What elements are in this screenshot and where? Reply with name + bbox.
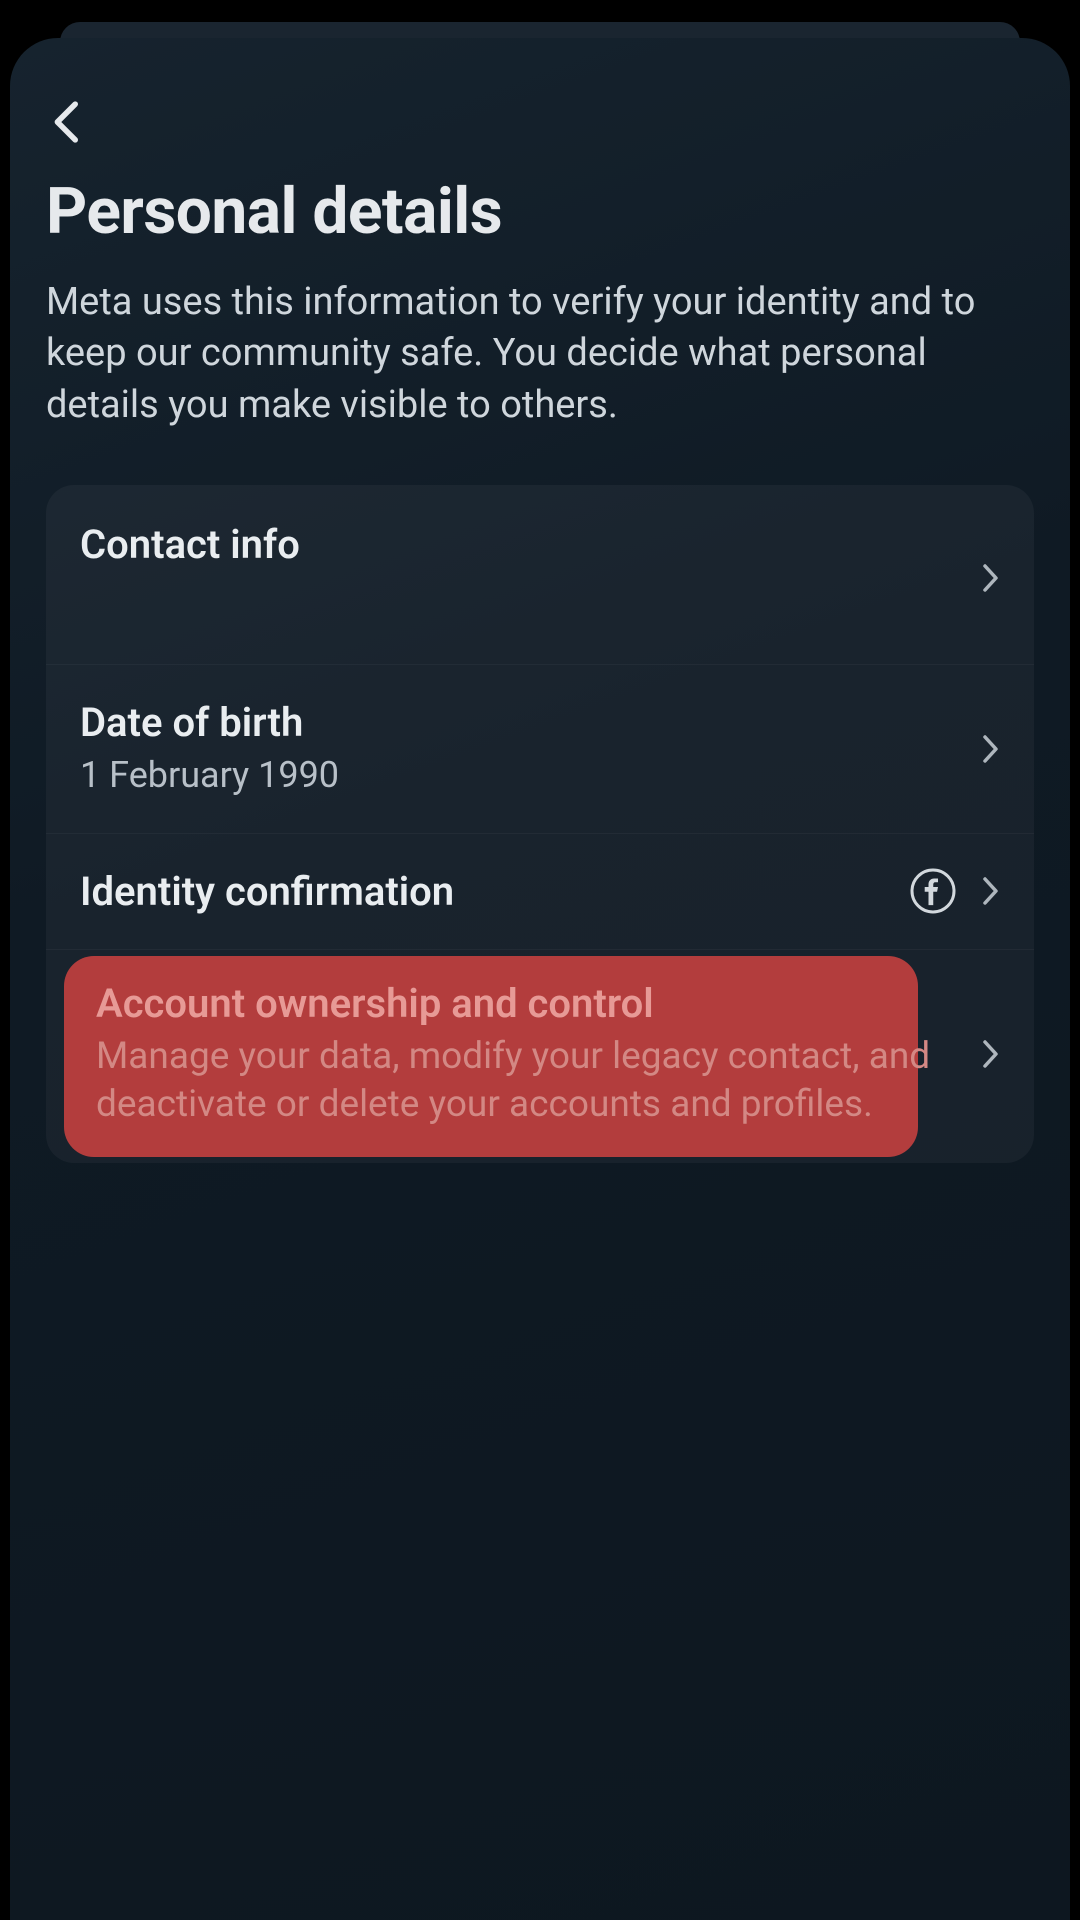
chevron-right-icon [982,1039,1000,1069]
row-description: Manage your data, modify your legacy con… [96,1033,982,1129]
row-title: Identity confirmation [80,868,910,915]
row-date-of-birth[interactable]: Date of birth 1 February 1990 [46,665,1034,834]
chevron-right-icon [982,563,1000,593]
row-contact-info[interactable]: Contact info [46,485,1034,665]
chevron-left-icon [50,100,84,144]
row-title: Contact info [80,521,1000,568]
back-button[interactable] [50,100,1034,144]
row-value: 1 February 1990 [80,752,982,799]
facebook-icon [910,868,956,914]
page-title: Personal details [46,174,1034,249]
row-title: Account ownership and control [96,980,982,1027]
chevron-right-icon [982,734,1000,764]
page-description: Meta uses this information to verify you… [46,277,1034,431]
settings-card: Contact info Date of birth 1 February 19… [46,485,1034,1163]
row-account-ownership[interactable]: Account ownership and control Manage you… [46,950,1034,1163]
row-identity-confirmation[interactable]: Identity confirmation [46,834,1034,950]
row-title: Date of birth [80,699,982,746]
settings-sheet: Personal details Meta uses this informat… [10,38,1070,1920]
chevron-right-icon [982,876,1000,906]
